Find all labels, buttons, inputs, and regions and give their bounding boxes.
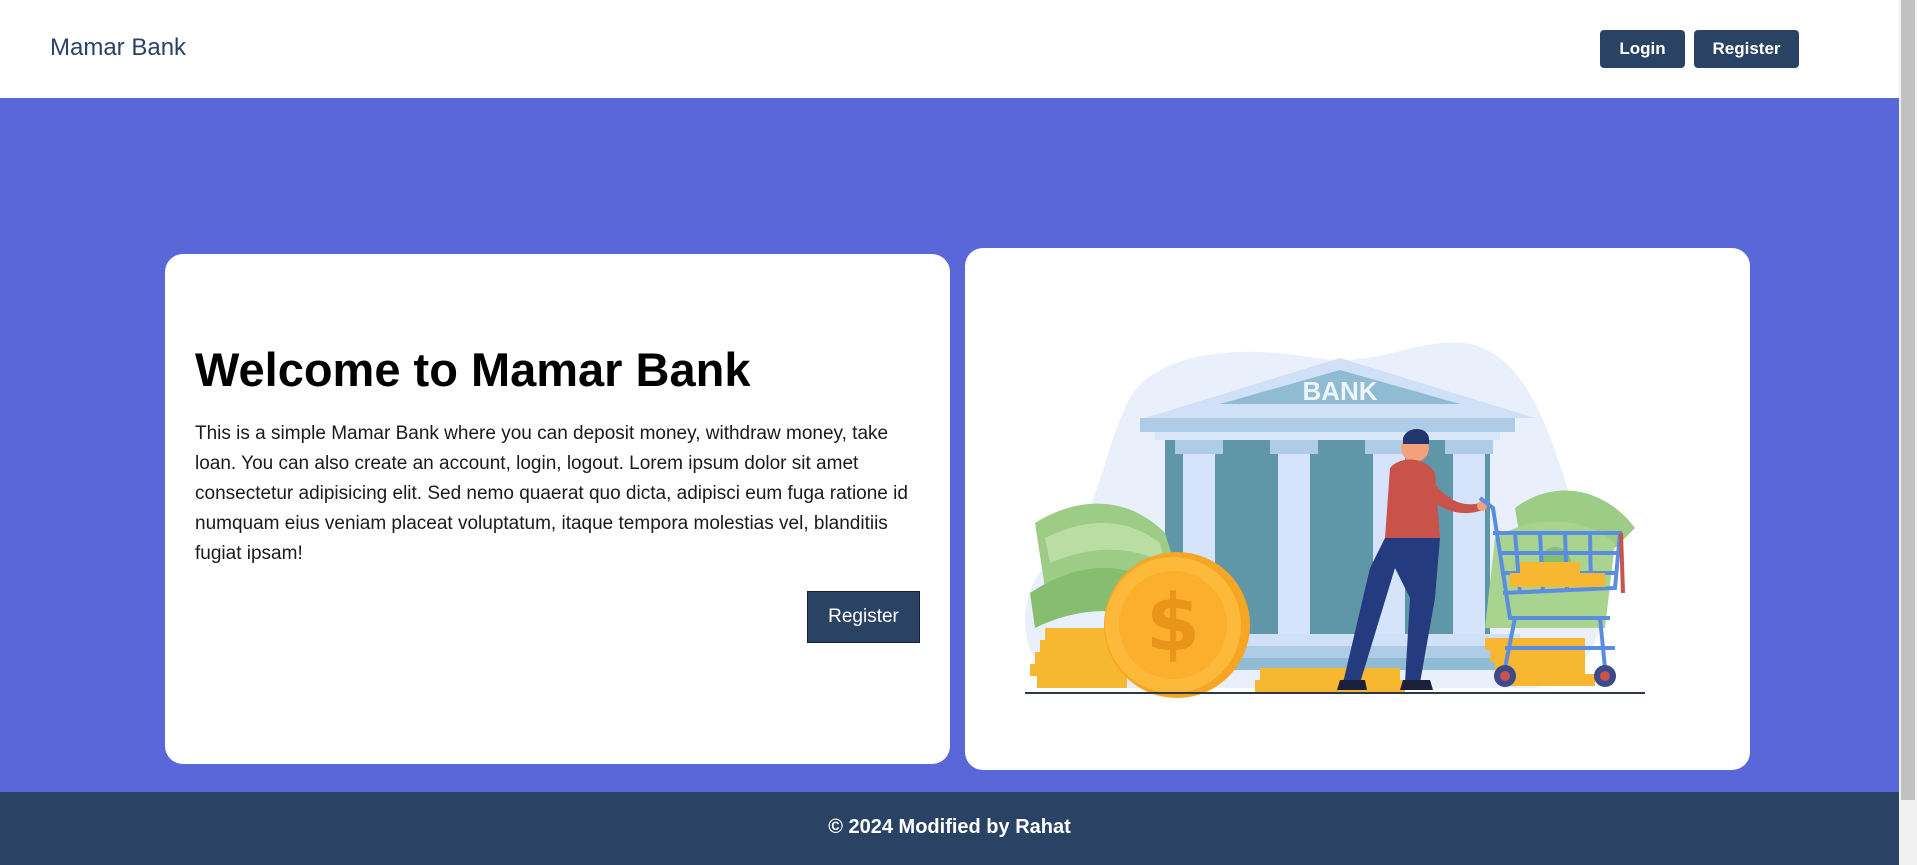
vertical-scrollbar[interactable] bbox=[1899, 0, 1917, 865]
scrollbar-thumb[interactable] bbox=[1901, 0, 1915, 800]
register-button[interactable]: Register bbox=[1694, 30, 1799, 68]
bank-illustration: BANK $ bbox=[1025, 342, 1645, 698]
brand-logo[interactable]: Mamar Bank bbox=[50, 34, 186, 62]
footer: © 2024 Modified by Rahat bbox=[0, 792, 1899, 865]
page: Mamar Bank Login Register Welcome to Mam… bbox=[0, 0, 1917, 865]
bank-sign-text: BANK bbox=[1302, 376, 1377, 406]
illustration-card: BANK $ bbox=[965, 248, 1750, 770]
navbar: Mamar Bank Login Register bbox=[0, 0, 1899, 98]
page-title: Welcome to Mamar Bank bbox=[195, 343, 751, 396]
login-button[interactable]: Login bbox=[1600, 30, 1685, 68]
welcome-description: This is a simple Mamar Bank where you ca… bbox=[195, 423, 908, 564]
dollar-coin-symbol: $ bbox=[1146, 579, 1200, 669]
hero-register-button[interactable]: Register bbox=[807, 591, 920, 643]
dollar-coin: $ bbox=[1104, 552, 1250, 698]
welcome-card: Welcome to Mamar Bank This is a simple M… bbox=[165, 254, 950, 764]
hero-section: Welcome to Mamar Bank This is a simple M… bbox=[0, 98, 1899, 792]
footer-copyright: © 2024 Modified by Rahat bbox=[828, 816, 1071, 838]
